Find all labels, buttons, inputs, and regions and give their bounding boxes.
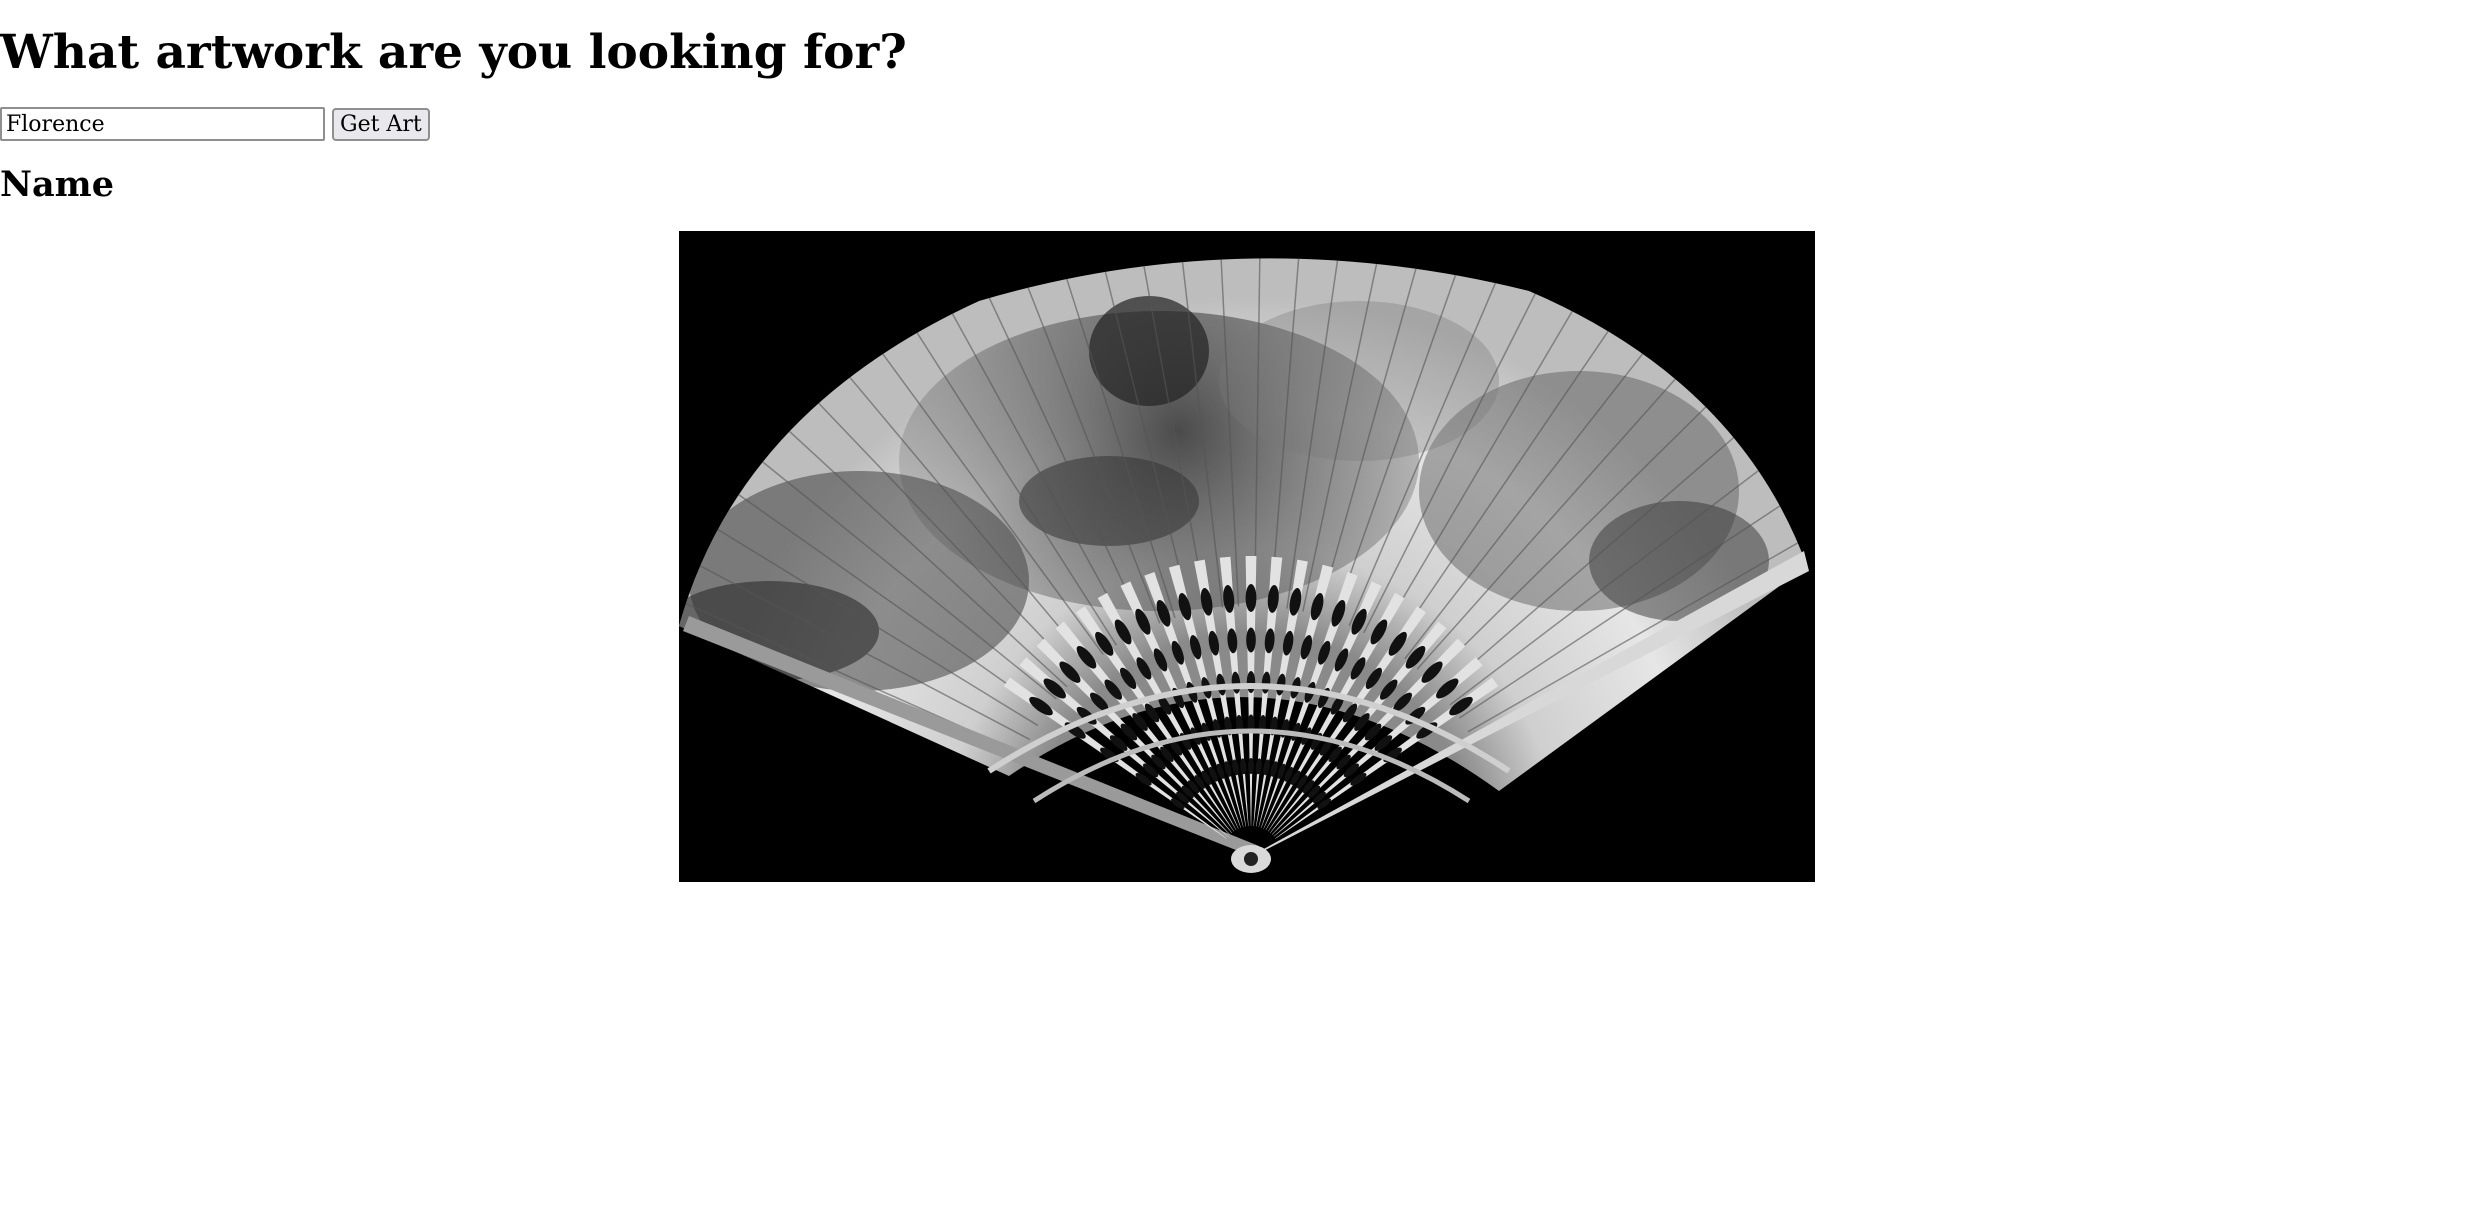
search-form: Get Art [0, 107, 430, 141]
stick-piercing [1246, 671, 1256, 693]
search-input[interactable] [0, 107, 325, 141]
folding-fan-image [679, 231, 1815, 882]
get-art-button[interactable]: Get Art [332, 107, 430, 141]
artwork-image [679, 231, 1815, 882]
stick-piercing [1248, 758, 1254, 774]
page-title: What artwork are you looking for? [0, 25, 907, 80]
artwork-name-heading: Name [0, 164, 114, 205]
stick-piercing [1245, 584, 1257, 612]
stick-piercing [1246, 627, 1256, 653]
art-search-page: What artwork are you looking for? Get Ar… [0, 0, 2468, 1216]
